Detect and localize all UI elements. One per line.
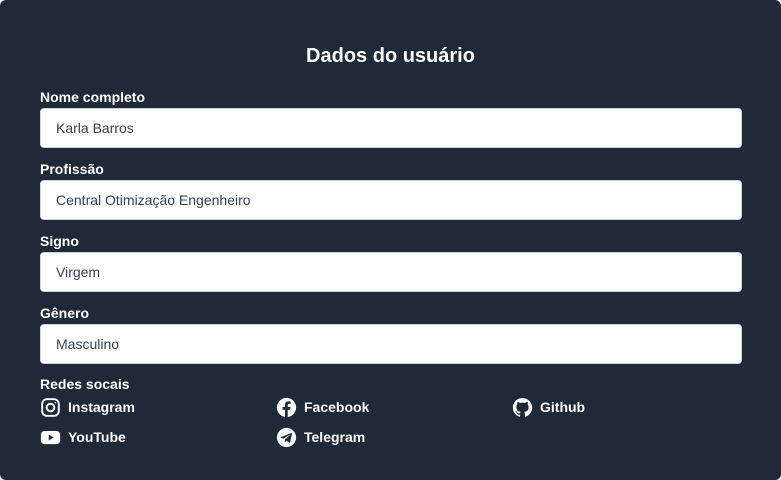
gender-label: Gênero (40, 305, 90, 321)
github-icon (512, 397, 533, 418)
gender-field[interactable] (40, 324, 742, 364)
instagram-icon (40, 397, 61, 418)
facebook-link[interactable]: Facebook (276, 396, 369, 418)
youtube-icon (40, 427, 61, 448)
telegram-link[interactable]: Telegram (276, 426, 365, 448)
youtube-link[interactable]: YouTube (40, 426, 126, 448)
github-link[interactable]: Github (512, 396, 585, 418)
full-name-field[interactable] (40, 108, 742, 148)
facebook-label: Facebook (304, 399, 370, 415)
telegram-label: Telegram (304, 429, 366, 445)
profession-field[interactable] (40, 180, 742, 220)
telegram-icon (276, 427, 297, 448)
youtube-label: YouTube (68, 429, 126, 445)
instagram-label: Instagram (68, 399, 135, 415)
user-data-card: Dados do usuário Nome completo Profissão… (0, 0, 781, 480)
page-title: Dados do usuário (306, 45, 475, 67)
full-name-label: Nome completo (40, 89, 146, 105)
sign-label: Signo (40, 233, 79, 249)
sign-field[interactable] (40, 252, 742, 292)
github-label: Github (540, 399, 586, 415)
social-networks-label: Redes socais (40, 376, 130, 392)
profession-label: Profissão (40, 161, 104, 177)
instagram-link[interactable]: Instagram (40, 396, 135, 418)
facebook-icon (276, 397, 297, 418)
